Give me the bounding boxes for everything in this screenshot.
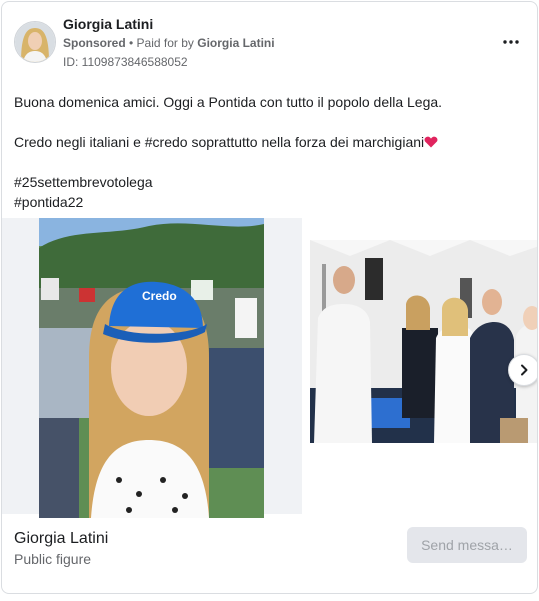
chevron-right-icon [521, 364, 528, 376]
paid-for-prefix: Paid for by [136, 36, 198, 50]
carousel-next-button[interactable] [508, 354, 537, 386]
advertiser-avatar[interactable] [14, 21, 56, 63]
paid-for-name: Giorgia Latini [197, 36, 275, 50]
image-carousel: Credo [2, 218, 537, 518]
cap-logo-text: Credo [142, 289, 177, 303]
carousel-image-selfie[interactable]: Credo [39, 218, 264, 518]
hashtag-25settembrevotolega[interactable]: #25settembrevotolega [14, 172, 524, 192]
send-message-button[interactable]: Send messa… [407, 527, 527, 563]
post-line-2-text: Credo negli italiani e #credo soprattutt… [14, 134, 425, 150]
more-options-button[interactable] [499, 32, 523, 52]
ad-header: Giorgia Latini Sponsored • Paid for by G… [2, 2, 537, 82]
sponsored-line: Sponsored • Paid for by Giorgia Latini [63, 36, 275, 50]
more-horizontal-icon [503, 40, 519, 44]
red-heart-icon [424, 136, 438, 148]
separator: • [125, 36, 137, 50]
hashtag-pontida22[interactable]: #pontida22 [14, 192, 524, 212]
carousel-image-group[interactable] [310, 218, 537, 443]
footer-page-name[interactable]: Giorgia Latini [14, 530, 108, 548]
sponsored-label: Sponsored [63, 36, 126, 50]
footer-page-category: Public figure [14, 551, 92, 567]
ad-card: Giorgia Latini Sponsored • Paid for by G… [1, 1, 538, 594]
ad-id: ID: 1109873846588052 [63, 55, 188, 69]
post-line-1: Buona domenica amici. Oggi a Pontida con… [14, 94, 443, 110]
ad-body-text: Buona domenica amici. Oggi a Pontida con… [14, 92, 524, 212]
advertiser-name[interactable]: Giorgia Latini [63, 16, 153, 32]
post-line-2: Credo negli italiani e #credo soprattutt… [14, 132, 524, 152]
